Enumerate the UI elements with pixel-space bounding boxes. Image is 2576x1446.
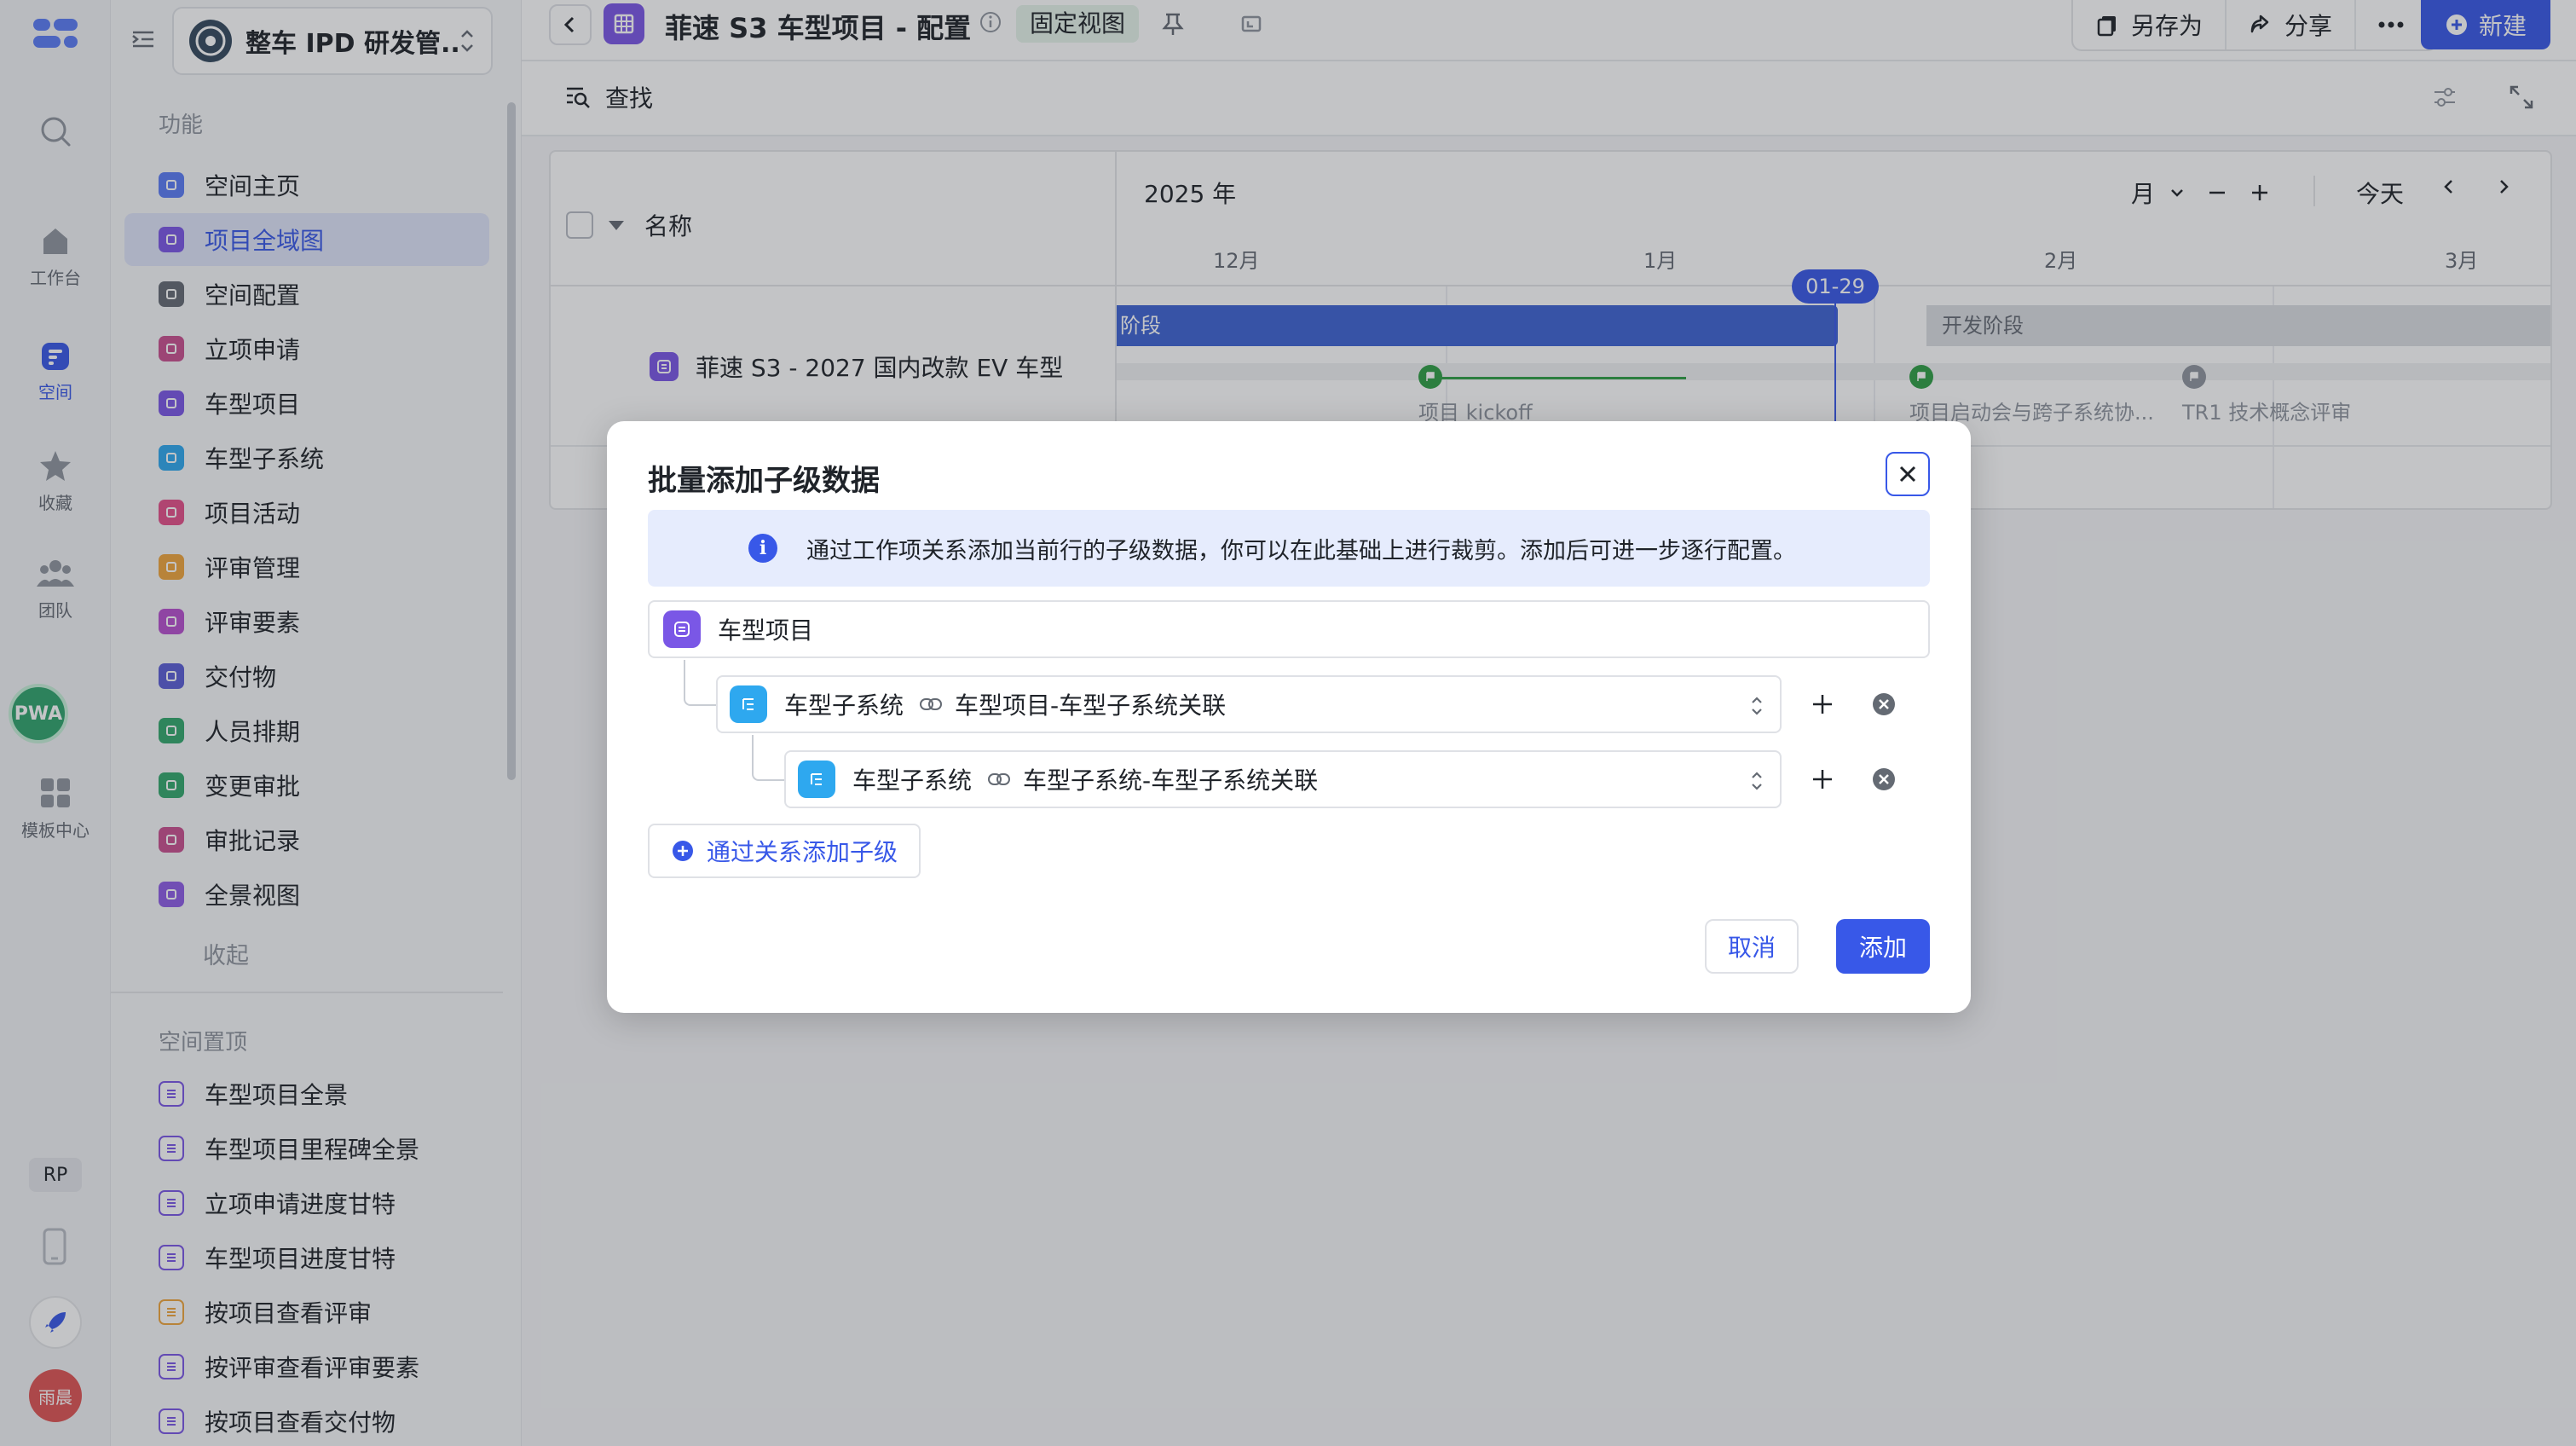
chevron-updown-icon (1752, 772, 1762, 790)
info-text: 通过工作项关系添加当前行的子级数据，你可以在此基础上进行裁剪。添加后可进一步逐行… (806, 537, 1796, 564)
child-type-label: 车型子系统 (784, 691, 904, 720)
remove-circle-icon (1873, 693, 1895, 715)
project-type-icon (663, 610, 701, 648)
root-item-label: 车型项目 (718, 616, 814, 645)
relation-select[interactable]: 车型子系统 车型项目-车型子系统关联 (716, 675, 1782, 733)
relation-select[interactable]: 车型子系统 车型子系统-车型子系统关联 (784, 750, 1782, 808)
plus-icon (1813, 770, 1832, 789)
subsystem-type-icon (798, 761, 835, 798)
add-child-button[interactable] (1805, 687, 1840, 721)
remove-row-button[interactable] (1867, 762, 1901, 796)
tree-connector (684, 660, 716, 706)
link-icon (988, 773, 1011, 785)
root-item-row: 车型项目 (648, 600, 1930, 658)
add-by-relation-label: 通过关系添加子级 (706, 838, 898, 866)
remove-circle-icon (1873, 768, 1895, 790)
close-button[interactable] (1886, 452, 1930, 496)
add-by-relation-button[interactable]: 通过关系添加子级 (648, 824, 921, 878)
info-icon: i (748, 534, 777, 563)
link-icon (920, 698, 943, 710)
info-banner: i 通过工作项关系添加当前行的子级数据，你可以在此基础上进行裁剪。添加后可进一步… (648, 510, 1930, 587)
tree-connector (752, 735, 784, 781)
plus-circle-icon (672, 841, 693, 861)
cancel-button[interactable]: 取消 (1705, 919, 1799, 974)
add-child-button[interactable] (1805, 762, 1840, 796)
chevron-updown-icon (1752, 697, 1762, 715)
add-button[interactable]: 添加 (1836, 919, 1930, 974)
plus-icon (1813, 695, 1832, 714)
subsystem-type-icon (730, 685, 767, 723)
child-relation-label: 车型项目-车型子系统关联 (955, 691, 1227, 720)
child-type-label: 车型子系统 (852, 766, 973, 795)
dialog-title: 批量添加子级数据 (648, 464, 880, 498)
remove-row-button[interactable] (1867, 687, 1901, 721)
close-icon (1899, 466, 1916, 483)
child-relation-label: 车型子系统-车型子系统关联 (1023, 766, 1319, 795)
batch-add-children-dialog: 批量添加子级数据 i 通过工作项关系添加当前行的子级数据，你可以在此基础上进行裁… (607, 421, 1971, 1013)
